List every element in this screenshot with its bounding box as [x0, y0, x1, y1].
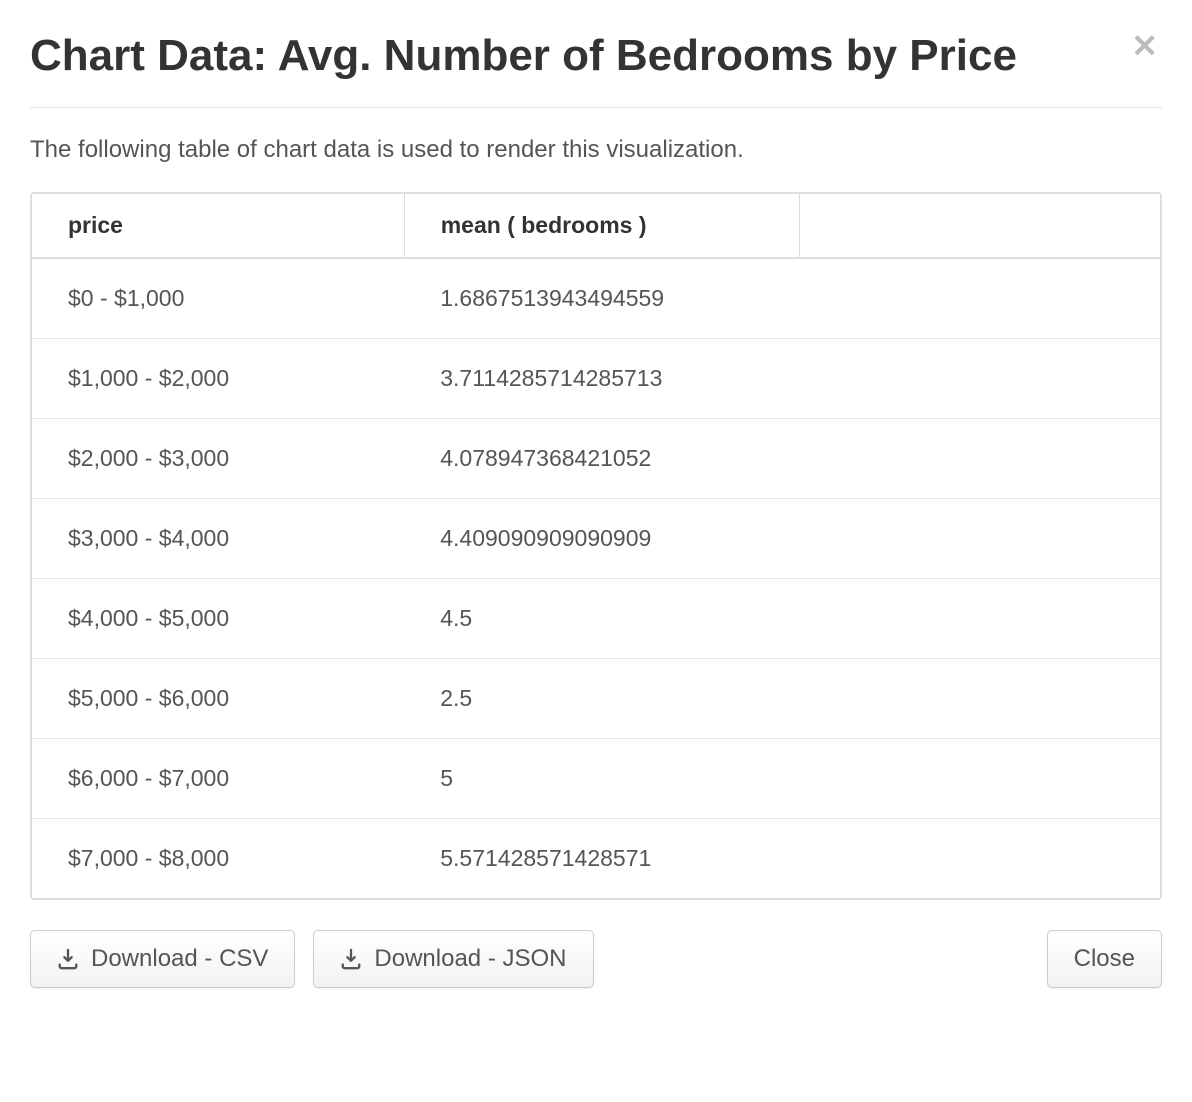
- column-header-price[interactable]: price: [32, 194, 404, 258]
- footer-left-buttons: Download - CSV Download - JSON: [30, 930, 594, 988]
- table-row: $5,000 - $6,0002.5: [32, 658, 1160, 738]
- download-icon: [340, 948, 362, 970]
- cell-price: $2,000 - $3,000: [32, 418, 404, 498]
- cell-empty: [799, 578, 1160, 658]
- cell-empty: [799, 818, 1160, 898]
- cell-price: $5,000 - $6,000: [32, 658, 404, 738]
- close-button-label: Close: [1074, 945, 1135, 973]
- cell-empty: [799, 418, 1160, 498]
- modal-description: The following table of chart data is use…: [30, 136, 1162, 164]
- modal-title: Chart Data: Avg. Number of Bedrooms by P…: [30, 30, 1017, 83]
- download-icon: [57, 948, 79, 970]
- cell-price: $7,000 - $8,000: [32, 818, 404, 898]
- column-header-mean[interactable]: mean ( bedrooms ): [404, 194, 799, 258]
- download-json-label: Download - JSON: [374, 945, 566, 973]
- chart-data-table: price mean ( bedrooms ) $0 - $1,0001.686…: [32, 194, 1160, 898]
- chart-data-table-wrap: price mean ( bedrooms ) $0 - $1,0001.686…: [30, 192, 1162, 900]
- cell-empty: [799, 338, 1160, 418]
- column-header-empty: [799, 194, 1160, 258]
- cell-price: $0 - $1,000: [32, 258, 404, 339]
- table-row: $2,000 - $3,0004.078947368421052: [32, 418, 1160, 498]
- cell-empty: [799, 498, 1160, 578]
- cell-mean: 3.7114285714285713: [404, 338, 799, 418]
- modal-footer: Download - CSV Download - JSON Close: [30, 930, 1162, 988]
- download-csv-label: Download - CSV: [91, 945, 268, 973]
- table-row: $6,000 - $7,0005: [32, 738, 1160, 818]
- cell-mean: 4.5: [404, 578, 799, 658]
- chart-data-modal: Chart Data: Avg. Number of Bedrooms by P…: [30, 30, 1162, 988]
- table-row: $0 - $1,0001.6867513943494559: [32, 258, 1160, 339]
- cell-mean: 5.571428571428571: [404, 818, 799, 898]
- close-icon[interactable]: ✕: [1127, 30, 1162, 62]
- cell-price: $4,000 - $5,000: [32, 578, 404, 658]
- table-row: $1,000 - $2,0003.7114285714285713: [32, 338, 1160, 418]
- cell-mean: 5: [404, 738, 799, 818]
- table-row: $3,000 - $4,0004.409090909090909: [32, 498, 1160, 578]
- table-row: $7,000 - $8,0005.571428571428571: [32, 818, 1160, 898]
- cell-mean: 1.6867513943494559: [404, 258, 799, 339]
- table-header-row: price mean ( bedrooms ): [32, 194, 1160, 258]
- cell-empty: [799, 658, 1160, 738]
- cell-price: $6,000 - $7,000: [32, 738, 404, 818]
- close-button[interactable]: Close: [1047, 930, 1162, 988]
- cell-price: $3,000 - $4,000: [32, 498, 404, 578]
- cell-price: $1,000 - $2,000: [32, 338, 404, 418]
- modal-body: The following table of chart data is use…: [30, 108, 1162, 900]
- cell-empty: [799, 738, 1160, 818]
- cell-mean: 2.5: [404, 658, 799, 738]
- cell-empty: [799, 258, 1160, 339]
- download-json-button[interactable]: Download - JSON: [313, 930, 593, 988]
- cell-mean: 4.078947368421052: [404, 418, 799, 498]
- modal-header: Chart Data: Avg. Number of Bedrooms by P…: [30, 30, 1162, 108]
- table-row: $4,000 - $5,0004.5: [32, 578, 1160, 658]
- cell-mean: 4.409090909090909: [404, 498, 799, 578]
- download-csv-button[interactable]: Download - CSV: [30, 930, 295, 988]
